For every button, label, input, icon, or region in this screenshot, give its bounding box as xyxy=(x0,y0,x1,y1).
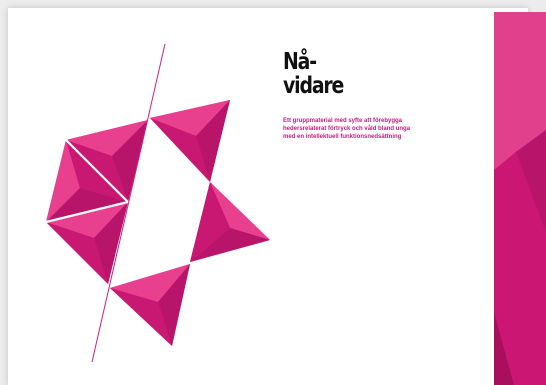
title-line-1: Nå- xyxy=(283,49,317,75)
triangle-bottom xyxy=(110,264,190,346)
next-page-edge xyxy=(494,12,546,385)
subtitle-line-2: hedersrelaterat förtryck och våld bland … xyxy=(283,126,411,132)
document-viewer: Nå- vidare Ett gruppmaterial med syfte a… xyxy=(0,0,546,385)
triangle-right xyxy=(190,182,270,262)
cover-artwork xyxy=(45,43,270,363)
cover-subtitle: Ett gruppmaterial med syfte att förebygg… xyxy=(283,117,493,141)
title-line-2: vidare xyxy=(283,73,344,99)
triangle-top-center xyxy=(150,100,230,182)
next-page-facets xyxy=(494,12,546,385)
cover-title: Nå- vidare xyxy=(283,49,344,99)
subtitle-line-1: Ett gruppmaterial med syfte att förebygg… xyxy=(283,118,403,124)
subtitle-line-3: med en intellektuell funktionsnedsättnin… xyxy=(283,134,402,140)
